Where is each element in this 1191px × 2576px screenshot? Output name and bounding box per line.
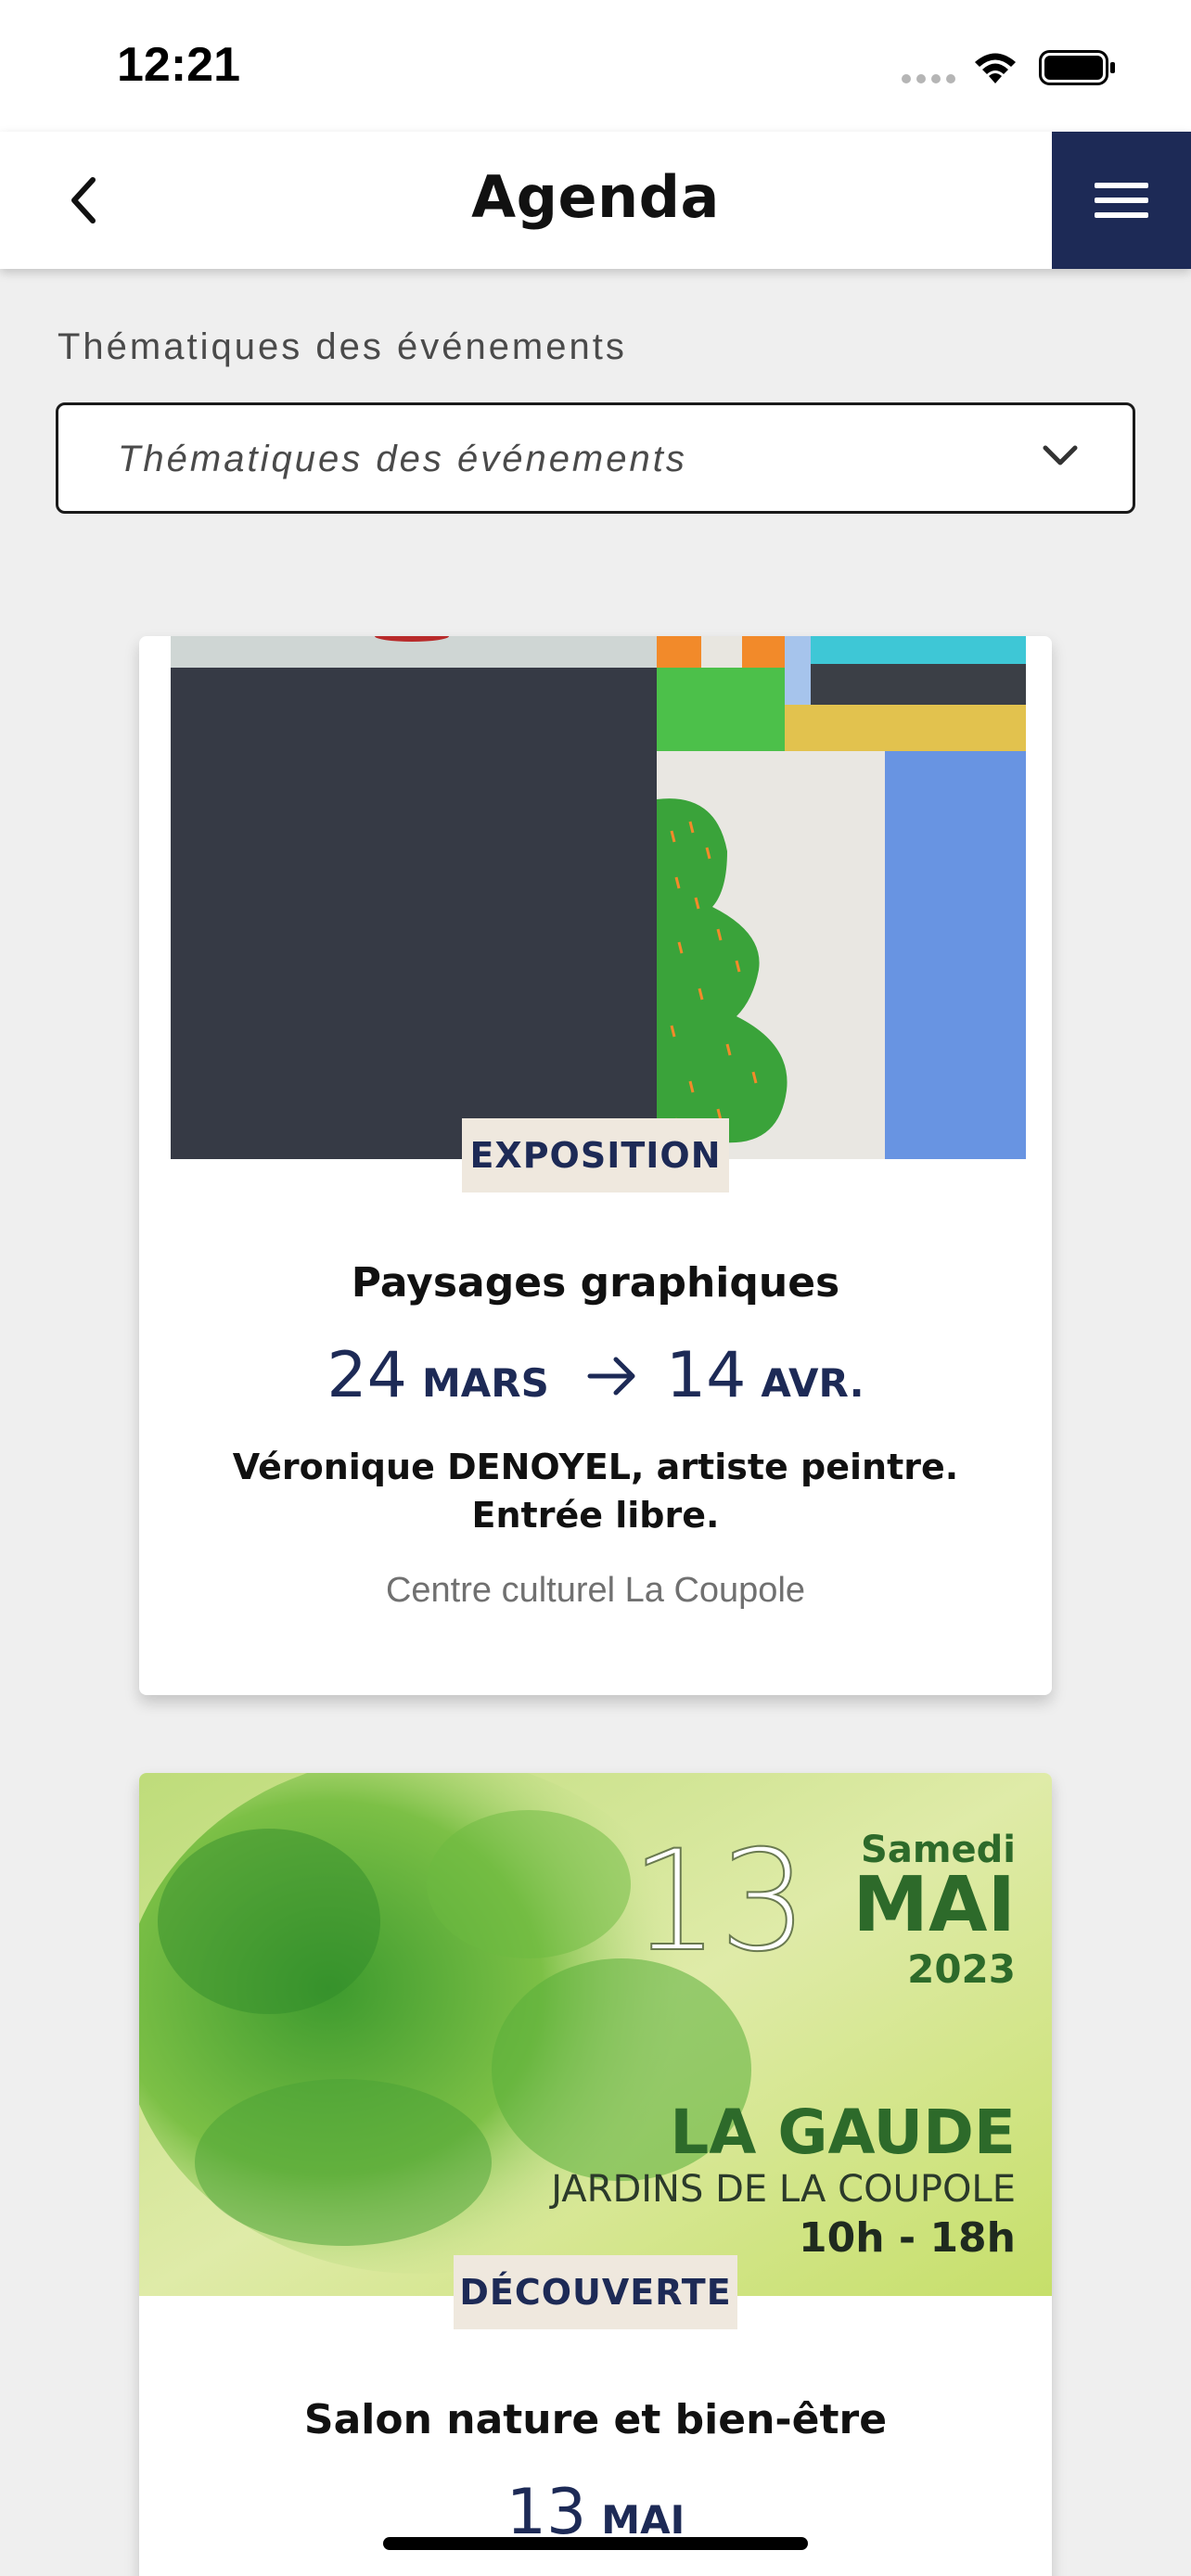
event-title: Paysages graphiques (351, 1259, 840, 1307)
event-image: 13 Samedi MAI 2023 LA GAUDE JARDINS DE L… (139, 1773, 1052, 2296)
poster-hours: 10h - 18h (799, 2214, 1016, 2262)
event-description: Véronique DENOYEL, artiste peintre. Entr… (139, 1443, 1052, 1539)
hamburger-menu-icon (1095, 183, 1148, 218)
category-tag: DÉCOUVERTE (454, 2255, 737, 2329)
description-line: Entrée libre. (471, 1495, 720, 1536)
end-day: 14 (665, 1339, 747, 1412)
poster-month: MAI (852, 1861, 1016, 1949)
event-card[interactable]: 13 Samedi MAI 2023 LA GAUDE JARDINS DE L… (139, 1773, 1052, 2576)
event-image (171, 636, 1026, 1159)
app-header: Agenda (0, 132, 1191, 269)
menu-button[interactable] (1052, 132, 1191, 269)
end-month: AVR. (761, 1360, 864, 1406)
event-card[interactable]: EXPOSITION Paysages graphiques 24 MARS 1… (139, 636, 1052, 1695)
event-month: MAI (601, 2497, 685, 2543)
poster-town: LA GAUDE (670, 2097, 1016, 2168)
event-venue: Centre culturel La Coupole (385, 1571, 806, 1610)
category-tag: EXPOSITION (462, 1118, 729, 1192)
event-date-range: 24 MARS 14 AVR. (139, 1339, 1052, 1412)
event-title: Salon nature et bien-être (303, 2396, 888, 2443)
poster-place: JARDINS DE LA COUPOLE (548, 2168, 1016, 2211)
wifi-icon (975, 53, 1016, 83)
poster-year: 2023 (907, 1946, 1016, 1992)
arrow-right-icon (587, 1357, 635, 1395)
chevron-down-icon (1043, 445, 1078, 465)
cellular-signal-icon (902, 74, 955, 83)
theme-filter-select[interactable]: Thématiques des événements (56, 402, 1135, 514)
filter-label: Thématiques des événements (58, 326, 627, 367)
poster-day: 13 (631, 1821, 808, 1983)
status-bar: 12:21 (0, 0, 1191, 132)
start-month: MARS (421, 1360, 549, 1406)
filter-placeholder: Thématiques des événements (118, 439, 687, 479)
home-indicator (383, 2537, 808, 2550)
page-title: Agenda (471, 163, 720, 231)
status-time: 12:21 (117, 38, 240, 92)
start-day: 24 (327, 1339, 407, 1412)
battery-icon (1039, 50, 1115, 85)
description-line: Véronique DENOYEL, artiste peintre. (232, 1447, 959, 1487)
